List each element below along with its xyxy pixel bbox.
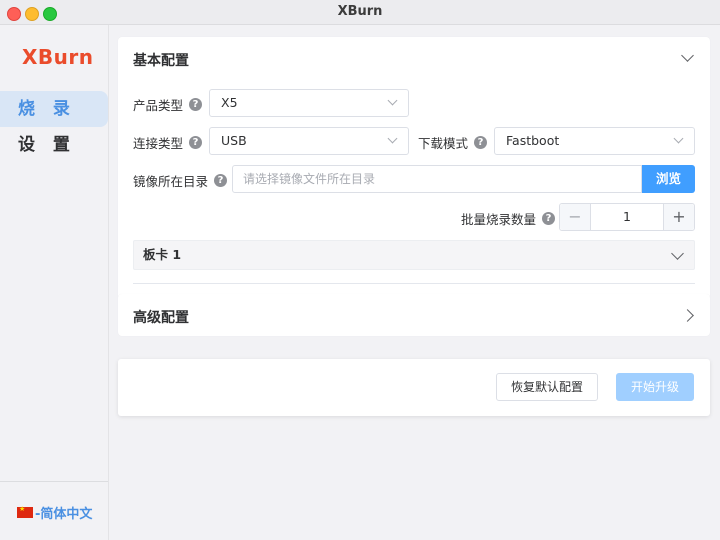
product-type-select[interactable]: X5	[209, 89, 409, 117]
connection-type-label-row: 连接类型 ?	[133, 133, 203, 152]
window-title: XBurn	[337, 4, 383, 19]
help-icon[interactable]: ?	[214, 174, 228, 187]
china-flag-icon	[17, 505, 33, 518]
connection-type-select[interactable]: USB	[209, 127, 409, 155]
chevron-down-icon	[673, 133, 684, 144]
basic-config-card: 基本配置 产品类型 ? X5 连接类型 ? USB 下载模式 ? Fastboo…	[118, 37, 710, 299]
connection-type-value: USB	[221, 133, 247, 148]
connection-type-label: 连接类型	[133, 136, 184, 151]
batch-count-label-row: 批量烧录数量 ?	[461, 209, 556, 228]
sidebar-item-burn[interactable]: 烧 录	[0, 91, 108, 127]
batch-count-label: 批量烧录数量	[461, 212, 537, 227]
language-label: -简体中文	[35, 507, 93, 522]
advanced-config-card[interactable]: 高级配置	[118, 294, 710, 336]
action-bar: 恢复默认配置 开始升级	[118, 359, 710, 416]
decrement-button[interactable]: −	[560, 204, 591, 230]
board-title: 板卡 1	[143, 247, 182, 262]
product-type-value: X5	[221, 95, 238, 110]
help-icon[interactable]: ?	[189, 98, 203, 111]
image-dir-label: 镜像所在目录	[133, 174, 209, 189]
download-mode-label-row: 下载模式 ?	[418, 133, 488, 152]
help-icon[interactable]: ?	[542, 212, 556, 225]
download-mode-label: 下载模式	[418, 136, 469, 151]
start-upgrade-button[interactable]: 开始升级	[616, 373, 694, 401]
board-panel-header[interactable]: 板卡 1	[133, 240, 695, 270]
basic-config-title: 基本配置	[133, 53, 189, 69]
chevron-down-icon	[387, 133, 398, 144]
sidebar: XBurn 烧 录 设 置 -简体中文	[0, 25, 109, 540]
help-icon[interactable]: ?	[474, 136, 488, 149]
image-dir-input[interactable]: 请选择镜像文件所在目录	[232, 165, 642, 193]
browse-button[interactable]: 浏览	[642, 165, 695, 193]
increment-button[interactable]: +	[663, 204, 694, 230]
batch-count-value[interactable]: 1	[590, 204, 664, 230]
product-type-label: 产品类型	[133, 98, 184, 113]
divider	[133, 283, 695, 284]
sidebar-divider	[0, 481, 108, 482]
app-window: XBurn XBurn 烧 录 设 置 -简体中文 基本配置 产品类型 ? X5	[0, 0, 720, 540]
download-mode-value: Fastboot	[506, 133, 560, 148]
language-switch[interactable]: -简体中文	[17, 503, 92, 522]
chevron-down-icon	[671, 247, 684, 260]
help-icon[interactable]: ?	[189, 136, 203, 149]
batch-count-stepper: − 1 +	[559, 203, 695, 231]
product-type-label-row: 产品类型 ?	[133, 95, 203, 114]
chevron-down-icon	[387, 95, 398, 106]
sidebar-item-settings[interactable]: 设 置	[0, 127, 108, 163]
title-bar: XBurn	[0, 0, 720, 25]
image-dir-label-row: 镜像所在目录 ?	[133, 171, 228, 190]
reset-default-button[interactable]: 恢复默认配置	[496, 373, 598, 401]
chevron-right-icon	[681, 309, 694, 322]
main-content: 基本配置 产品类型 ? X5 连接类型 ? USB 下载模式 ? Fastboo…	[118, 25, 710, 540]
image-dir-placeholder: 请选择镜像文件所在目录	[243, 172, 376, 186]
collapse-basic-config-icon[interactable]	[681, 49, 694, 62]
download-mode-select[interactable]: Fastboot	[494, 127, 695, 155]
app-logo: XBurn	[22, 45, 94, 69]
advanced-config-title: 高级配置	[133, 310, 189, 326]
